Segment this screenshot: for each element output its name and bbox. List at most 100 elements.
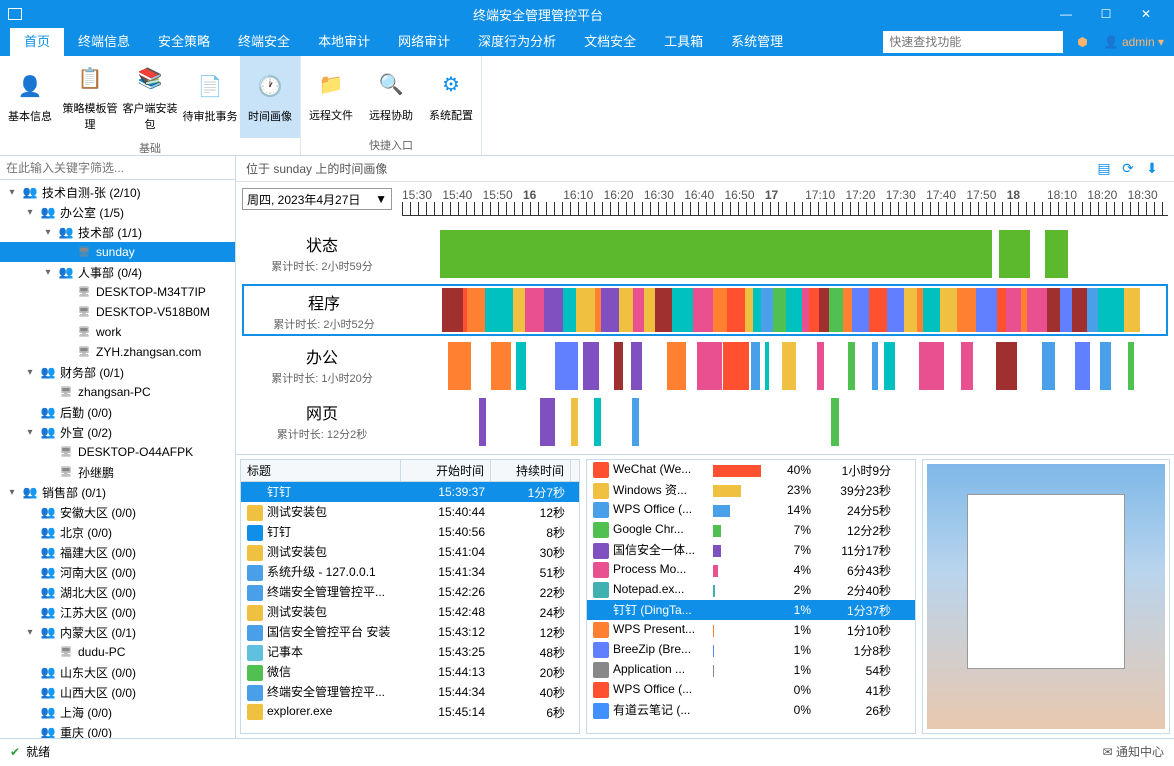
usage-row[interactable]: Google Chr...7%12分2秒 [587, 520, 915, 540]
tree-node[interactable]: 🖥孙继鹏 [0, 462, 235, 482]
tree-node[interactable]: 🖥DESKTOP-V518B0M [0, 302, 235, 322]
tree-node[interactable]: ▾👥外宣 (0/2) [0, 422, 235, 442]
tree-node[interactable]: 👥江苏大区 (0/0) [0, 602, 235, 622]
statusbar: ✔ 就绪 ✉ 通知中心 [0, 738, 1174, 764]
activity-row[interactable]: 钉钉15:40:568秒 [241, 522, 579, 542]
date-selector[interactable]: 周四, 2023年4月27日▼ [242, 188, 392, 210]
usage-row[interactable]: Notepad.ex...2%2分40秒 [587, 580, 915, 600]
usage-row[interactable]: Windows 资...23%39分23秒 [587, 480, 915, 500]
tree-node[interactable]: 👥湖北大区 (0/0) [0, 582, 235, 602]
activity-row[interactable]: 测试安装包15:42:4824秒 [241, 602, 579, 622]
window-title: 终端安全管理管控平台 [30, 5, 1046, 24]
activity-row[interactable]: 终端安全管理管控平...15:44:3440秒 [241, 682, 579, 702]
activity-row[interactable]: 钉钉15:39:371分7秒 [241, 482, 579, 502]
usage-row[interactable]: 钉钉 (DingTa...1%1分37秒 [587, 600, 915, 620]
timeline-track-办公[interactable]: 办公累计时长: 1小时20分 [242, 340, 1168, 392]
menu-tab-4[interactable]: 本地审计 [304, 28, 384, 56]
ribbon: 👤基本信息📋策略模板管理📚客户端安装包📄待审批事务🕐时间画像基础📁远程文件🔍远程… [0, 56, 1174, 156]
ribbon-系统配置[interactable]: ⚙系统配置 [421, 56, 481, 135]
ribbon-基本信息[interactable]: 👤基本信息 [0, 56, 60, 138]
tree-node[interactable]: ▾👥办公室 (1/5) [0, 202, 235, 222]
menu-tab-7[interactable]: 文档安全 [570, 28, 650, 56]
tree-node[interactable]: 👥河南大区 (0/0) [0, 562, 235, 582]
usage-row[interactable]: 国信安全一体...7%11分17秒 [587, 540, 915, 560]
menu-tab-6[interactable]: 深度行为分析 [464, 28, 570, 56]
activity-row[interactable]: 微信15:44:1320秒 [241, 662, 579, 682]
maximize-button[interactable]: ☐ [1086, 0, 1126, 28]
screenshot-image[interactable] [927, 464, 1165, 729]
device-tree: ▾👥技术自测-张 (2/10)▾👥办公室 (1/5)▾👥技术部 (1/1)🖥su… [0, 180, 235, 738]
activity-table: 标题开始时间持续时间 钉钉15:39:371分7秒测试安装包15:40:4412… [240, 459, 580, 734]
tree-node[interactable]: 🖥DESKTOP-O44AFPK [0, 442, 235, 462]
ribbon-客户端安装包[interactable]: 📚客户端安装包 [120, 56, 180, 138]
tree-node[interactable]: ▾👥销售部 (0/1) [0, 482, 235, 502]
screenshot-preview [922, 459, 1170, 734]
time-ruler: 15:3015:4015:501616:1016:2016:3016:4016:… [402, 188, 1168, 224]
admin-menu[interactable]: 👤 admin ▾ [1104, 35, 1164, 49]
activity-row[interactable]: 测试安装包15:41:0430秒 [241, 542, 579, 562]
tree-node[interactable]: 👥上海 (0/0) [0, 702, 235, 722]
usage-row[interactable]: 有道云笔记 (...0%26秒 [587, 700, 915, 720]
notification-center[interactable]: ✉ 通知中心 [1103, 743, 1164, 760]
content-title: 位于 sunday 上的时间画像 [246, 160, 1092, 177]
ribbon-远程协助[interactable]: 🔍远程协助 [361, 56, 421, 135]
detail-button[interactable]: ▤ [1092, 157, 1116, 181]
timeline-area: 周四, 2023年4月27日▼ 15:3015:4015:501616:1016… [236, 182, 1174, 455]
menu-tab-9[interactable]: 系统管理 [717, 28, 797, 56]
tree-node[interactable]: 🖥work [0, 322, 235, 342]
tree-node[interactable]: ▾👥财务部 (0/1) [0, 362, 235, 382]
usage-row[interactable]: WPS Office (...14%24分5秒 [587, 500, 915, 520]
timeline-track-状态[interactable]: 状态累计时长: 2小时59分 [242, 228, 1168, 280]
tree-node[interactable]: ▾👥人事部 (0/4) [0, 262, 235, 282]
timeline-track-网页[interactable]: 网页累计时长: 12分2秒 [242, 396, 1168, 448]
tree-node[interactable]: 🖥zhangsan-PC [0, 382, 235, 402]
activity-row[interactable]: 国信安全管控平台 安装15:43:1212秒 [241, 622, 579, 642]
activity-row[interactable]: 记事本15:43:2548秒 [241, 642, 579, 662]
tree-node[interactable]: 👥山西大区 (0/0) [0, 682, 235, 702]
activity-row[interactable]: 测试安装包15:40:4412秒 [241, 502, 579, 522]
tree-node[interactable]: ▾👥技术部 (1/1) [0, 222, 235, 242]
menu-tab-2[interactable]: 安全策略 [144, 28, 224, 56]
tree-node[interactable]: 👥安徽大区 (0/0) [0, 502, 235, 522]
menubar: 首页终端信息安全策略终端安全本地审计网络审计深度行为分析文档安全工具箱系统管理 … [0, 28, 1174, 56]
tree-node[interactable]: ▾👥内蒙大区 (0/1) [0, 622, 235, 642]
tree-filter-input[interactable] [0, 156, 235, 179]
search-input[interactable] [883, 31, 1063, 53]
tree-node[interactable]: 🖥DESKTOP-M34T7IP [0, 282, 235, 302]
usage-row[interactable]: WeChat (We...40%1小时9分 [587, 460, 915, 480]
minimize-button[interactable]: — [1046, 0, 1086, 28]
app-usage-chart: WeChat (We...40%1小时9分Windows 资...23%39分2… [586, 459, 916, 734]
tree-node[interactable]: 🖥sunday [0, 242, 235, 262]
export-button[interactable]: ⬇ [1140, 157, 1164, 181]
tree-node[interactable]: 🖥ZYH.zhangsan.com [0, 342, 235, 362]
usage-row[interactable]: Application ...1%54秒 [587, 660, 915, 680]
tree-node[interactable]: 👥北京 (0/0) [0, 522, 235, 542]
tree-node[interactable]: 👥重庆 (0/0) [0, 722, 235, 738]
menu-tab-3[interactable]: 终端安全 [224, 28, 304, 56]
tree-node[interactable]: 🖥dudu-PC [0, 642, 235, 662]
org-icon[interactable]: ⬢ [1077, 35, 1087, 49]
close-button[interactable]: ✕ [1126, 0, 1166, 28]
ribbon-时间画像[interactable]: 🕐时间画像 [240, 56, 300, 138]
usage-row[interactable]: Process Mo...4%6分43秒 [587, 560, 915, 580]
menu-tab-0[interactable]: 首页 [10, 28, 64, 56]
status-text: 就绪 [26, 743, 50, 760]
menu-tab-8[interactable]: 工具箱 [650, 28, 717, 56]
timeline-track-程序[interactable]: 程序累计时长: 2小时52分 [242, 284, 1168, 336]
activity-row[interactable]: explorer.exe15:45:146秒 [241, 702, 579, 722]
ribbon-策略模板管理[interactable]: 📋策略模板管理 [60, 56, 120, 138]
usage-row[interactable]: WPS Office (...0%41秒 [587, 680, 915, 700]
tree-node[interactable]: 👥后勤 (0/0) [0, 402, 235, 422]
activity-row[interactable]: 终端安全管理管控平...15:42:2622秒 [241, 582, 579, 602]
menu-tab-1[interactable]: 终端信息 [64, 28, 144, 56]
tree-node[interactable]: ▾👥技术自测-张 (2/10) [0, 182, 235, 202]
menu-tab-5[interactable]: 网络审计 [384, 28, 464, 56]
refresh-button[interactable]: ⟳ [1116, 157, 1140, 181]
usage-row[interactable]: WPS Present...1%1分10秒 [587, 620, 915, 640]
usage-row[interactable]: BreeZip (Bre...1%1分8秒 [587, 640, 915, 660]
tree-node[interactable]: 👥山东大区 (0/0) [0, 662, 235, 682]
tree-node[interactable]: 👥福建大区 (0/0) [0, 542, 235, 562]
ribbon-远程文件[interactable]: 📁远程文件 [301, 56, 361, 135]
ribbon-待审批事务[interactable]: 📄待审批事务 [180, 56, 240, 138]
activity-row[interactable]: 系统升级 - 127.0.0.115:41:3451秒 [241, 562, 579, 582]
